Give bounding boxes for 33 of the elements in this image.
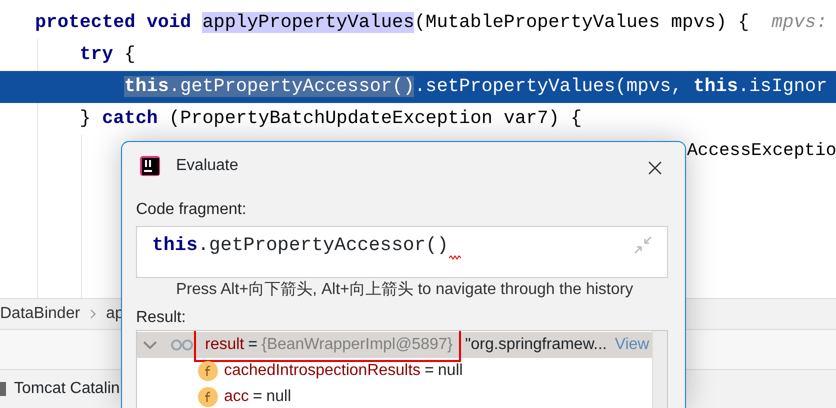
tree-row[interactable]: acc = null (137, 384, 652, 408)
variable-name: acc (224, 387, 249, 407)
tool-window-tab[interactable]: Tomcat Catalin (14, 377, 120, 401)
variable-value: {BeanWrapperImpl@5897} (261, 335, 453, 355)
hint-text: Press Alt+向下箭头, Alt+向上箭头 to navigate through the history (175, 280, 634, 300)
code-line: } catch (PropertyBatchUpdateException var7) { (80, 108, 582, 129)
code-text: this.getPropertyAccessor() (152, 233, 448, 258)
variable-value: null (266, 387, 292, 407)
code-line: try { (80, 44, 136, 65)
glasses-icon (171, 339, 193, 351)
code-fragment-field[interactable]: this.getPropertyAccessor() (136, 226, 668, 278)
field-label: Result: (136, 308, 187, 328)
code-line: protected void applyPropertyValues(MutablePropertyValues mpvs) { mpvs: (35, 12, 828, 33)
field-icon (198, 387, 218, 407)
equals-sign: = (248, 335, 258, 355)
collapse-icon[interactable] (634, 236, 652, 254)
variable-name: cachedIntrospectionResults (224, 361, 421, 381)
equals-sign: = (424, 361, 434, 381)
scrollbar[interactable] (652, 331, 667, 408)
chevron-icon (90, 309, 96, 319)
code-line: this.getPropertyAccessor().setPropertyValues(mpvs, this.isIgnor (124, 76, 828, 97)
breadcrumb-item[interactable]: DataBinder (0, 302, 80, 326)
equals-sign: = (252, 387, 262, 407)
chevron-icon[interactable] (143, 340, 157, 350)
dialog-title: Evaluate (176, 156, 238, 176)
app-logo-icon (140, 156, 160, 176)
variable-value: null (438, 361, 463, 381)
tree-row[interactable]: cachedIntrospectionResults = null (137, 358, 652, 384)
variable-name: result (205, 335, 244, 355)
code-line: AccessExceptio (687, 141, 836, 161)
field-icon (198, 361, 218, 381)
value-preview: "org.springframew... (464, 335, 607, 355)
field-label: Code fragment: (136, 200, 248, 220)
